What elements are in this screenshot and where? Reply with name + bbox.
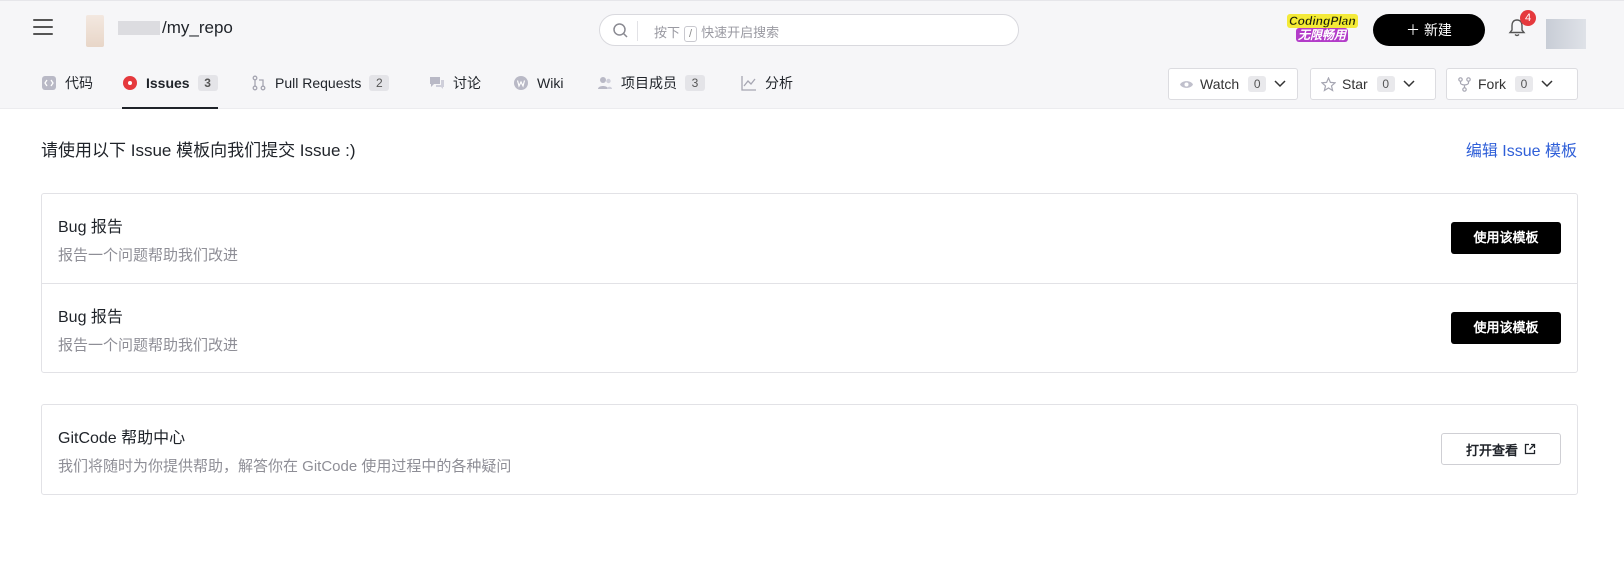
search-placeholder: 按下 / 快速开启搜索 [654, 25, 780, 42]
chevron-down-icon [1403, 80, 1415, 88]
members-count: 3 [685, 74, 705, 91]
owner-name-redacted[interactable] [118, 21, 160, 35]
repo-name-link[interactable]: /my_repo [162, 18, 233, 38]
tab-pull-requests[interactable]: Pull Requests 2 [251, 56, 390, 109]
top-navigation-bar: /my_repo 按下 / 快速开启搜索 CodingPlan 无限畅用 ＋ 新建 … [0, 0, 1624, 56]
search-shortcut-key: / [684, 26, 698, 42]
fork-button[interactable]: Fork 0 [1446, 68, 1578, 100]
pull-request-icon [252, 75, 266, 90]
issue-template-list: Bug 报告 报告一个问题帮助我们改进 使用该模板 Bug 报告 报告一个问题帮… [41, 193, 1578, 373]
code-icon [42, 75, 56, 90]
analytics-icon [741, 75, 756, 91]
tab-issues[interactable]: Issues 3 [122, 56, 218, 109]
eye-icon [1180, 80, 1193, 88]
watch-button[interactable]: Watch 0 [1168, 68, 1298, 100]
help-center-card: GitCode 帮助中心 我们将随时为你提供帮助，解答你在 GitCode 使用… [41, 404, 1578, 495]
notification-badge: 4 [1520, 10, 1536, 26]
tab-discussion[interactable]: 讨论 [429, 56, 481, 109]
menu-icon[interactable] [33, 19, 53, 37]
plus-icon: ＋ [1406, 22, 1421, 38]
template-title: Bug 报告 [58, 219, 123, 236]
chevron-down-icon [1274, 80, 1286, 88]
repo-tab-bar: 代码 Issues 3 Pull Requests 2 讨论 Wiki 项目成员… [0, 56, 1624, 109]
star-count: 0 [1376, 76, 1395, 92]
help-center-title: GitCode 帮助中心 [58, 430, 186, 447]
edit-issue-template-link[interactable]: 编辑 Issue 模板 [1466, 137, 1577, 161]
watch-count: 0 [1248, 76, 1267, 92]
help-center-row: GitCode 帮助中心 我们将随时为你提供帮助，解答你在 GitCode 使用… [42, 405, 1577, 494]
external-link-icon [1524, 443, 1536, 455]
template-description: 报告一个问题帮助我们改进 [58, 247, 239, 264]
chevron-down-icon [1541, 80, 1553, 88]
search-input[interactable]: 按下 / 快速开启搜索 [599, 14, 1019, 46]
page-title: 请使用以下 Issue 模板向我们提交 Issue :) [41, 141, 356, 160]
search-divider [637, 21, 638, 41]
coding-plan-promo[interactable]: CodingPlan 无限畅用 [1287, 14, 1358, 46]
fork-icon [1458, 76, 1471, 92]
tab-analytics[interactable]: 分析 [741, 56, 793, 109]
wiki-icon [514, 75, 528, 90]
pull-requests-count: 2 [369, 74, 390, 91]
new-button[interactable]: ＋ 新建 [1373, 14, 1485, 46]
issues-icon [123, 75, 137, 90]
template-row: Bug 报告 报告一个问题帮助我们改进 使用该模板 [42, 283, 1577, 372]
use-template-button[interactable]: 使用该模板 [1451, 312, 1561, 344]
star-button[interactable]: Star 0 [1310, 68, 1436, 100]
fork-count: 0 [1515, 76, 1533, 92]
star-icon [1321, 76, 1336, 92]
search-icon [613, 23, 628, 38]
tab-code[interactable]: 代码 [41, 56, 93, 109]
tab-members[interactable]: 项目成员 3 [597, 56, 705, 109]
template-description: 报告一个问题帮助我们改进 [58, 337, 239, 354]
discussion-icon [430, 76, 444, 89]
members-icon [598, 76, 612, 89]
use-template-button[interactable]: 使用该模板 [1451, 222, 1561, 254]
open-help-center-button[interactable]: 打开查看 [1441, 433, 1561, 465]
help-center-description: 我们将随时为你提供帮助，解答你在 GitCode 使用过程中的各种疑问 [58, 458, 512, 475]
tab-wiki[interactable]: Wiki [513, 56, 563, 109]
template-row: Bug 报告 报告一个问题帮助我们改进 使用该模板 [42, 194, 1577, 283]
issues-count: 3 [197, 74, 218, 91]
template-title: Bug 报告 [58, 309, 123, 326]
owner-avatar[interactable] [86, 15, 104, 47]
user-avatar[interactable] [1546, 19, 1586, 49]
